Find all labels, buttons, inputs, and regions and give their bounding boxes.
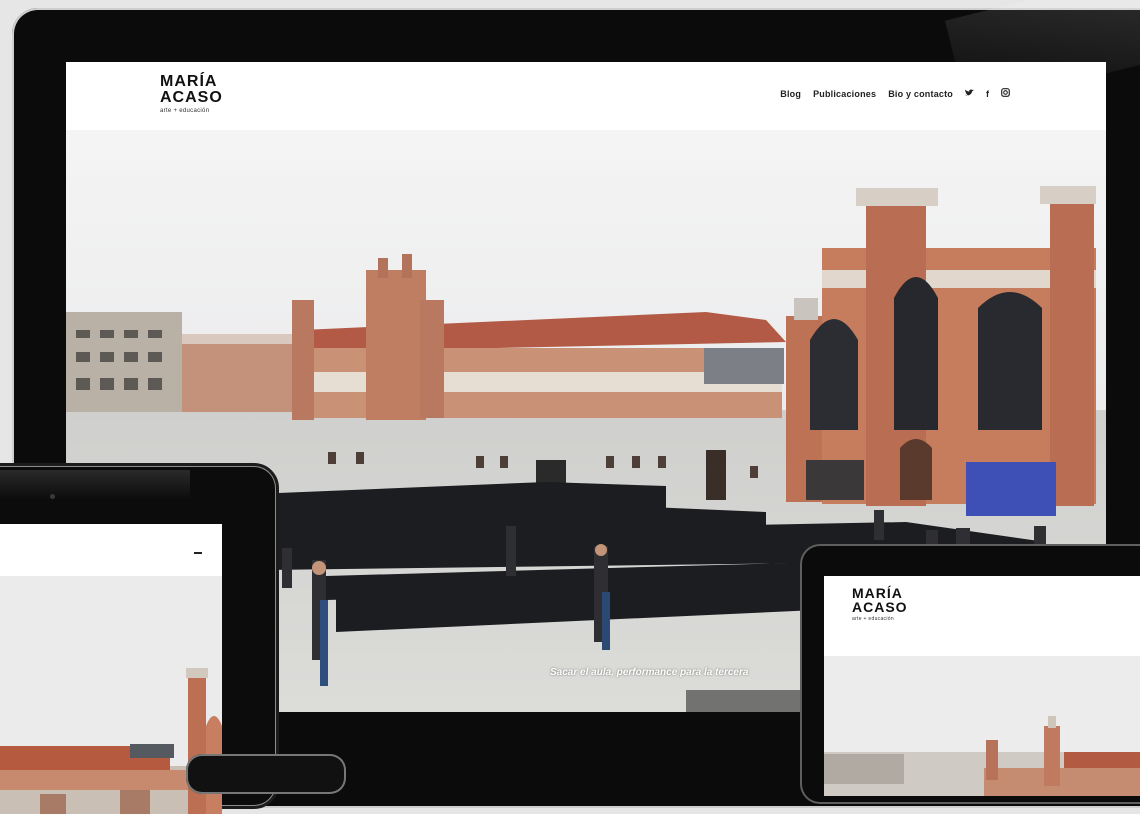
tablet2-logo-tagline: arte + educación [852, 616, 894, 622]
phone-frame [186, 754, 346, 794]
tablet2-logo-line-2: ACASO [852, 599, 908, 615]
tablet2-screen: MARÍA ACASO arte + educación [824, 576, 1140, 796]
tablet2-frame: MARÍA ACASO arte + educación [800, 544, 1140, 804]
logo-tagline: arte + educación [160, 108, 210, 114]
tablet2-logo-line-1: MARÍA [852, 585, 903, 601]
tablet2-hero-image[interactable] [824, 656, 1140, 796]
nav-item-publicaciones[interactable]: Publicaciones [813, 89, 876, 99]
twitter-icon[interactable] [965, 88, 974, 99]
site-logo[interactable]: MARÍA ACASO arte + educación [160, 73, 223, 115]
main-nav: Blog Publicaciones Bio y contacto f [780, 88, 1010, 99]
site-header: MARÍA ACASO arte + educación Blog Public… [66, 62, 1106, 130]
tablet-camera [50, 494, 55, 499]
logo-line-2: ACASO [160, 89, 223, 106]
hero-caption: Sacar el aula, performance para la terce… [550, 667, 749, 678]
tablet-glare [0, 470, 190, 500]
tablet-header [0, 524, 222, 576]
menu-icon[interactable] [194, 552, 202, 554]
logo-line-1: MARÍA [160, 73, 218, 90]
facebook-icon[interactable]: f [986, 89, 989, 99]
instagram-icon[interactable] [1001, 88, 1010, 99]
nav-item-bio-contacto[interactable]: Bio y contacto [888, 89, 953, 99]
tablet2-logo[interactable]: MARÍA ACASO arte + educación [852, 586, 908, 622]
nav-item-blog[interactable]: Blog [780, 89, 801, 99]
